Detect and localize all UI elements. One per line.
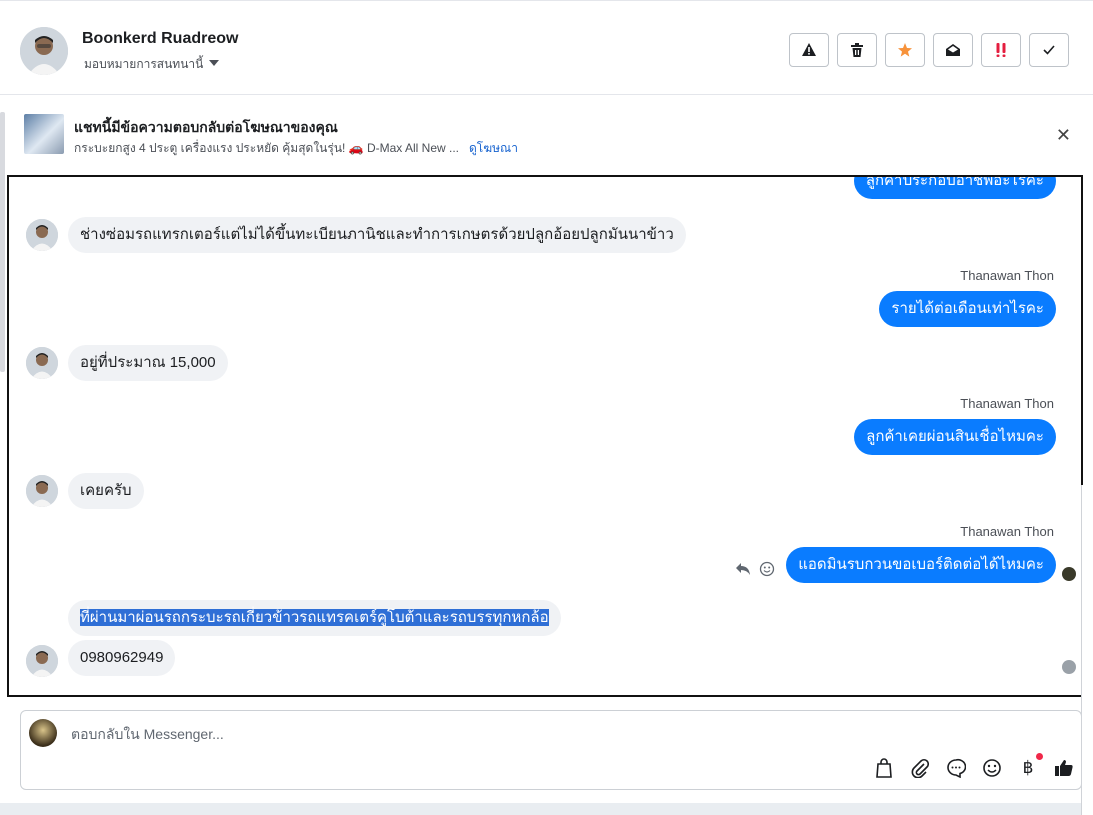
- contact-avatar: [26, 475, 58, 507]
- ad-description: กระบะยกสูง 4 ประตู เครื่องแรง ประหยัด คุ…: [74, 141, 459, 155]
- message-bubble-incoming[interactable]: ช่างซ่อมรถแทรกเตอร์แต่ไม่ได้ขึ้นทะเบียนภ…: [68, 217, 686, 253]
- baht-payment-icon[interactable]: ฿: [1017, 753, 1043, 779]
- contact-name[interactable]: Boonkerd Ruadreow: [82, 30, 238, 48]
- selected-message-text: ที่ผ่านมาผ่อนรถกระบะรถเกี่ยวข้าวรถแทรคเต…: [80, 609, 549, 626]
- sender-name: Thanawan Thon: [960, 396, 1054, 411]
- star-icon: [898, 43, 912, 57]
- thumbs-up-icon[interactable]: [1053, 757, 1075, 779]
- message-bubble-outgoing[interactable]: รายได้ต่อเดือนเท่าไรคะ: [879, 291, 1056, 327]
- seen-avatar: [1062, 660, 1076, 674]
- done-button[interactable]: [1029, 33, 1069, 67]
- mark-unread-button[interactable]: [933, 33, 973, 67]
- message-bubble-outgoing[interactable]: แอดมินรบกวนขอเบอร์ติดต่อได้ไหมคะ: [786, 547, 1056, 583]
- assign-conversation-dropdown[interactable]: มอบหมายการสนทนานี้: [84, 55, 220, 74]
- read-receipt-avatar: [1062, 567, 1076, 581]
- reply-input[interactable]: [69, 725, 673, 743]
- reply-icon[interactable]: [735, 562, 751, 576]
- message-bubble-outgoing[interactable]: ลูกค้าเคยผ่อนสินเชื่อไหมคะ: [854, 419, 1056, 455]
- close-icon[interactable]: ✕: [1056, 126, 1071, 144]
- message-bubble-incoming[interactable]: 0980962949: [68, 640, 176, 676]
- notification-dot: [1036, 753, 1043, 760]
- contact-avatar: [26, 347, 58, 379]
- spam-button[interactable]: [789, 33, 829, 67]
- exclamation-icon: [996, 43, 1006, 57]
- emoji-react-icon[interactable]: [759, 561, 775, 577]
- composer-toolbar: ฿: [873, 753, 1075, 779]
- ad-banner-title: แชทนี้มีข้อความตอบกลับต่อโฆษณาของคุณ: [74, 119, 338, 135]
- shopping-bag-icon[interactable]: [873, 757, 895, 779]
- star-button[interactable]: [885, 33, 925, 67]
- contact-avatar[interactable]: [20, 27, 68, 75]
- chevron-down-icon: [209, 60, 220, 66]
- envelope-open-icon: [946, 44, 960, 56]
- scrollbar[interactable]: [0, 112, 5, 372]
- delete-button[interactable]: [837, 33, 877, 67]
- trash-icon: [851, 43, 863, 57]
- header-actions: [789, 33, 1069, 67]
- assign-label: มอบหมายการสนทนานี้: [84, 57, 204, 71]
- footer-strip: [0, 803, 1093, 815]
- message-bubble-incoming[interactable]: เคยครับ: [68, 473, 144, 509]
- follow-up-button[interactable]: [981, 33, 1021, 67]
- message-bubble-incoming[interactable]: อยู่ที่ประมาณ 15,000: [68, 345, 228, 381]
- warning-icon: [802, 43, 816, 56]
- ad-reply-banner: แชทนี้มีข้อความตอบกลับต่อโฆษณาของคุณ กระ…: [0, 95, 1093, 175]
- check-icon: [1043, 45, 1055, 55]
- paperclip-icon[interactable]: [909, 757, 931, 779]
- page-avatar: [29, 719, 57, 747]
- message-bubble-outgoing[interactable]: ลูกค้าประกอบอาชีพอะไรคะ: [853, 177, 1056, 199]
- view-ad-link[interactable]: ดูโฆษณา: [469, 141, 518, 155]
- message-hover-tools: [735, 561, 775, 577]
- sender-name: Thanawan Thon: [960, 268, 1054, 283]
- emoji-icon[interactable]: [981, 757, 1003, 779]
- sender-name: Thanawan Thon: [960, 524, 1054, 539]
- message-thread[interactable]: ลูกค้าประกอบอาชีพอะไรคะ ช่างซ่อมรถแทรกเต…: [7, 175, 1083, 697]
- ad-banner-subtitle: กระบะยกสูง 4 ประตู เครื่องแรง ประหยัด คุ…: [74, 139, 518, 158]
- message-bubble-incoming[interactable]: ที่ผ่านมาผ่อนรถกระบะรถเกี่ยวข้าวรถแทรคเต…: [68, 600, 561, 636]
- ad-thumbnail[interactable]: [24, 114, 64, 154]
- message-composer: ฿: [20, 710, 1082, 790]
- contact-avatar: [26, 219, 58, 251]
- saved-reply-icon[interactable]: [945, 757, 967, 779]
- conversation-header: Boonkerd Ruadreow มอบหมายการสนทนานี้: [0, 0, 1093, 95]
- side-panel-edge: [1081, 485, 1093, 815]
- contact-avatar: [26, 645, 58, 677]
